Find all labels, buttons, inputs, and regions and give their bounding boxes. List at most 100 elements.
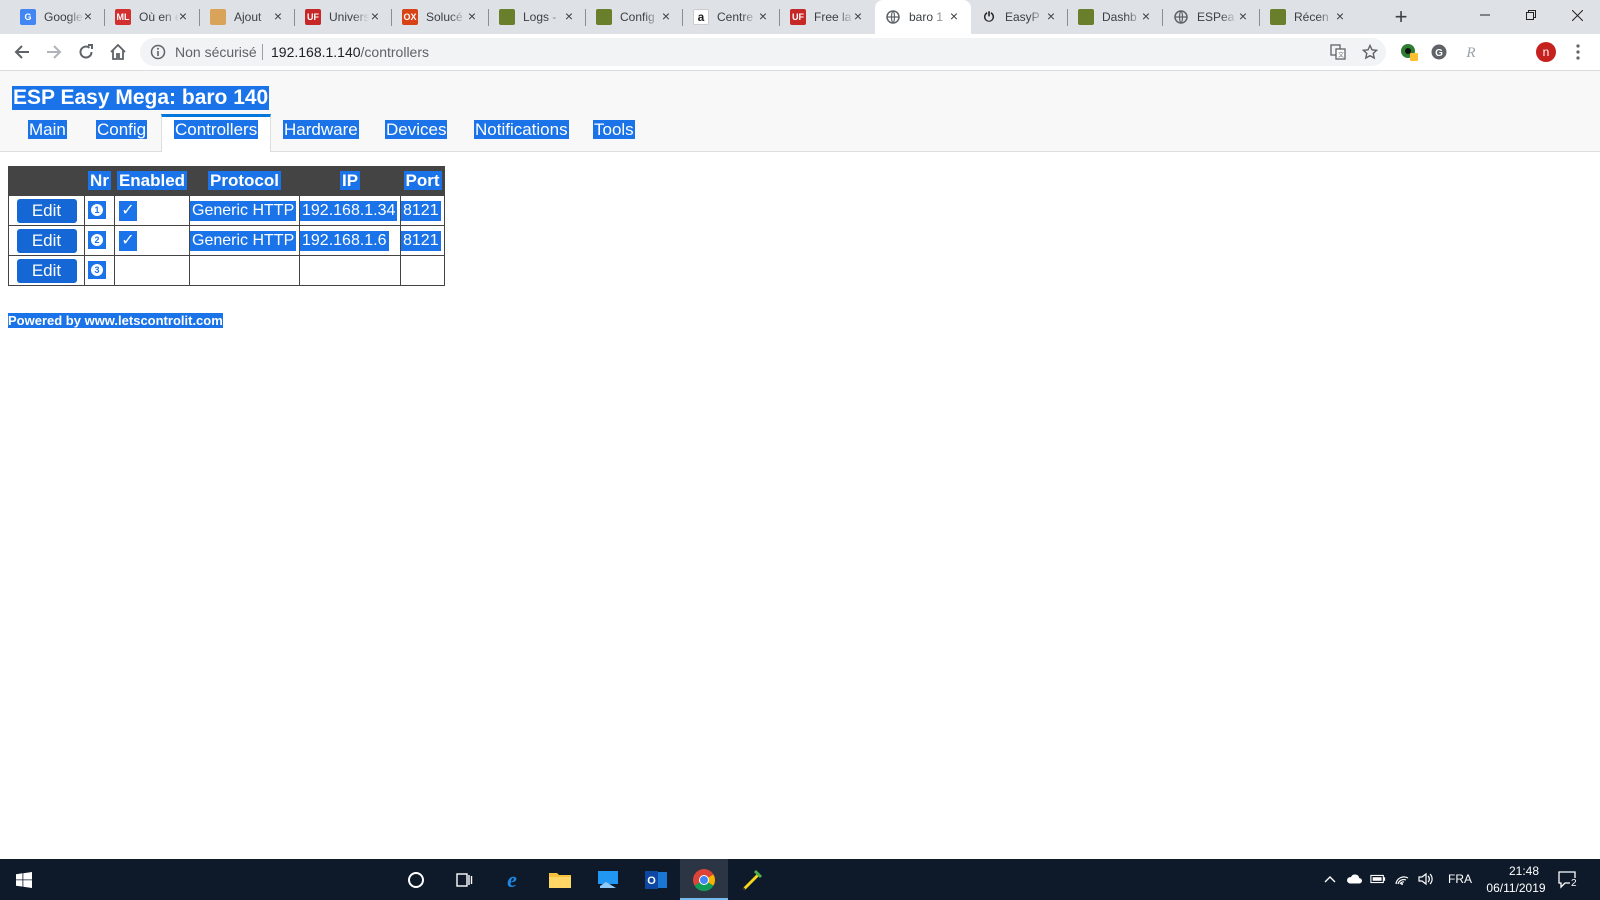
table-cell: Generic HTTP xyxy=(189,225,300,256)
nr-value: 3 xyxy=(91,264,103,277)
volume-icon[interactable] xyxy=(1418,871,1434,887)
page-content: ESP Easy Mega: baro 140 Main Config Cont… xyxy=(0,71,1600,859)
browser-tab[interactable]: a Centre × xyxy=(683,0,780,34)
edit-button[interactable]: Edit xyxy=(16,198,77,223)
battery-icon[interactable] xyxy=(1370,871,1386,887)
close-icon[interactable]: × xyxy=(81,9,95,23)
wifi-icon[interactable] xyxy=(1394,871,1410,887)
browser-tab[interactable]: Récen × xyxy=(1260,0,1357,34)
table-cell: Edit xyxy=(8,255,85,286)
browser-tab[interactable]: Logs - × xyxy=(489,0,586,34)
forward-button[interactable] xyxy=(42,40,66,64)
protocol-value: Generic HTTP xyxy=(190,230,297,251)
edit-button[interactable]: Edit xyxy=(16,258,77,283)
minimize-button[interactable] xyxy=(1462,0,1508,30)
profile-avatar[interactable]: n xyxy=(1536,42,1556,62)
browser-tab[interactable]: Config × xyxy=(586,0,683,34)
browser-tab[interactable]: Dashb × xyxy=(1068,0,1163,34)
menu-tools[interactable]: Tools xyxy=(593,120,635,139)
task-view-button[interactable] xyxy=(440,859,488,900)
new-tab-button[interactable]: + xyxy=(1389,5,1413,29)
menu-notifications[interactable]: Notifications xyxy=(474,120,569,139)
taskbar-explorer-button[interactable] xyxy=(536,859,584,900)
taskbar-app-button[interactable] xyxy=(728,859,776,900)
nr-value: 2 xyxy=(91,234,103,247)
letscontrolit-icon xyxy=(499,9,515,25)
browser-tab[interactable]: ML Où en est × xyxy=(105,0,200,34)
extension-shield-icon[interactable] xyxy=(1400,43,1418,61)
close-icon[interactable]: × xyxy=(271,9,285,23)
tray-overflow-icon[interactable] xyxy=(1322,871,1338,887)
taskbar-chrome-button[interactable] xyxy=(680,859,728,900)
table-cell: Edit xyxy=(8,195,85,226)
close-icon[interactable]: × xyxy=(1139,9,1153,23)
clock-date[interactable]: 06/11/2019 xyxy=(1476,881,1556,895)
close-icon[interactable]: × xyxy=(176,9,190,23)
svg-text:R: R xyxy=(1465,45,1475,61)
close-icon[interactable]: × xyxy=(851,9,865,23)
tab-title: Logs - xyxy=(523,10,557,24)
restore-icon xyxy=(1526,10,1536,20)
url-path: /controllers xyxy=(360,44,429,60)
close-icon[interactable]: × xyxy=(368,9,382,23)
menu-controllers[interactable]: Controllers xyxy=(174,120,259,139)
close-icon[interactable]: × xyxy=(659,9,673,23)
security-label[interactable]: Non sécurisé xyxy=(175,44,257,60)
home-button[interactable] xyxy=(106,40,130,64)
taskbar-app-button[interactable] xyxy=(584,859,632,900)
edit-button[interactable]: Edit xyxy=(16,228,77,253)
taskbar-edge-button[interactable]: e xyxy=(488,859,536,900)
uf-icon: UF xyxy=(305,9,321,25)
outlook-icon: O xyxy=(645,870,667,889)
close-icon[interactable]: × xyxy=(465,9,479,23)
letscontrolit-icon xyxy=(1270,9,1286,25)
extension-g-icon[interactable]: G xyxy=(1430,43,1448,61)
table-cell: 8121 xyxy=(400,195,445,226)
address-bar[interactable]: Non sécurisé 192.168.1.140/controllers 文 xyxy=(140,38,1386,66)
browser-tab[interactable]: ⏻ EasyP × xyxy=(971,0,1068,34)
omnibox-divider xyxy=(262,44,263,60)
close-icon[interactable]: × xyxy=(756,9,770,23)
close-icon[interactable]: × xyxy=(1333,9,1347,23)
extension-r-icon[interactable]: R xyxy=(1462,43,1480,61)
browser-tab[interactable]: Ajout × xyxy=(200,0,295,34)
restore-button[interactable] xyxy=(1508,0,1554,30)
powered-by-footer[interactable]: Powered by www.letscontrolit.com xyxy=(8,313,223,328)
onedrive-cloud-icon[interactable] xyxy=(1346,871,1362,887)
reload-button[interactable] xyxy=(74,40,98,64)
browser-tab[interactable]: UF Univers × xyxy=(295,0,392,34)
browser-tab[interactable]: OX Solucé × xyxy=(392,0,489,34)
close-icon[interactable]: × xyxy=(1236,9,1250,23)
menu-config[interactable]: Config xyxy=(96,120,148,139)
browser-tab[interactable]: G Google × xyxy=(10,0,105,34)
translate-icon[interactable]: 文 xyxy=(1330,44,1346,60)
language-indicator[interactable]: FRA xyxy=(1448,872,1472,886)
menu-devices[interactable]: Devices xyxy=(385,120,448,139)
back-button[interactable] xyxy=(10,40,34,64)
clock-time[interactable]: 21:48 xyxy=(1492,864,1556,878)
cortana-button[interactable] xyxy=(392,859,440,900)
windows-start-button[interactable] xyxy=(0,859,48,900)
tab-title: Où en est xyxy=(139,10,179,24)
browser-menu-icon[interactable] xyxy=(1570,42,1586,62)
url-text[interactable]: 192.168.1.140/controllers xyxy=(271,44,429,60)
arrow-left-icon xyxy=(14,45,29,59)
tab-title: ESPea xyxy=(1197,10,1235,24)
close-window-button[interactable] xyxy=(1554,0,1600,30)
notification-center-button[interactable]: 2 xyxy=(1556,869,1580,891)
browser-tab[interactable]: ESPea × xyxy=(1163,0,1260,34)
close-icon[interactable]: × xyxy=(1044,9,1058,23)
table-row: Edit 3 xyxy=(8,255,445,286)
check-icon: ✓ xyxy=(119,200,137,221)
taskbar-outlook-button[interactable]: O xyxy=(632,859,680,900)
windows-taskbar: e O FRA 21:48 06/11/2019 2 xyxy=(0,859,1600,900)
svg-text:O: O xyxy=(647,875,656,887)
browser-tab-active[interactable]: baro 1 × xyxy=(875,0,971,34)
info-icon[interactable] xyxy=(150,44,166,60)
menu-hardware[interactable]: Hardware xyxy=(283,120,359,139)
close-icon[interactable]: × xyxy=(562,9,576,23)
close-icon[interactable]: × xyxy=(947,9,961,23)
menu-main[interactable]: Main xyxy=(28,120,67,139)
browser-tab[interactable]: UF Free la × xyxy=(780,0,875,34)
bookmark-star-icon[interactable] xyxy=(1362,44,1378,60)
